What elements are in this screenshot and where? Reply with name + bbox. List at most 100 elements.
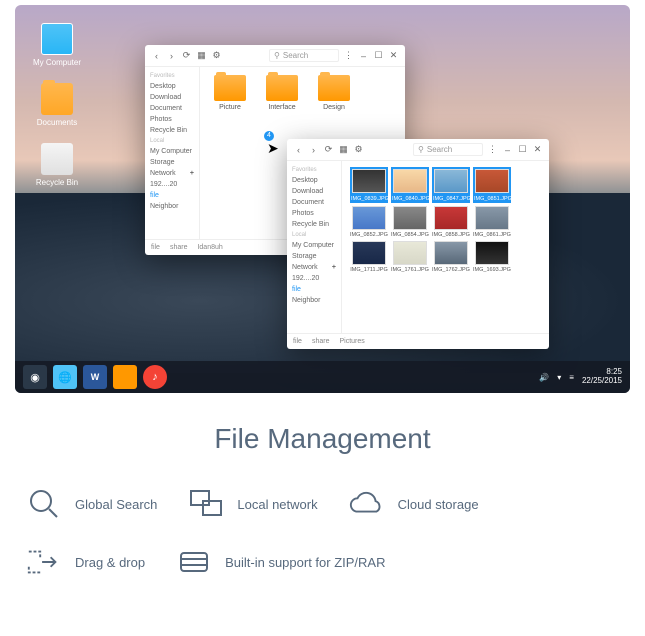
sidebar-item-file[interactable]: file [287, 284, 341, 295]
image-item[interactable]: IMG_0854.JPG [391, 206, 429, 238]
folder-item[interactable]: Interface [260, 75, 304, 111]
file-manager-window-2: ‹ › ⟳ ▦ ⚙ ⚲ Search ⋮ – ☐ ✕ Favorites Des… [287, 139, 549, 349]
sidebar-item-download[interactable]: Download [145, 92, 199, 103]
file-manager-icon[interactable] [113, 365, 137, 389]
desktop-icon-recycle[interactable]: Recycle Bin [33, 143, 81, 187]
sidebar-item-mycomputer[interactable]: My Computer [287, 240, 341, 251]
close-button[interactable]: ✕ [532, 144, 543, 155]
image-item[interactable]: IMG_0852.JPG [350, 206, 388, 238]
desktop-icon-computer[interactable]: My Computer [33, 23, 81, 67]
sidebar-item-file[interactable]: file [145, 190, 199, 201]
sidebar-item-document[interactable]: Document [145, 103, 199, 114]
feature-cloud: Cloud storage [348, 485, 479, 523]
search-icon: ⚲ [418, 145, 424, 154]
search-input[interactable]: ⚲ Search [413, 143, 483, 156]
sidebar-item-ip[interactable]: 192....20 [145, 179, 199, 190]
feature-dragdrop: Drag & drop [25, 543, 145, 581]
sidebar-item-recycle[interactable]: Recycle Bin [145, 125, 199, 136]
sidebar-item-download[interactable]: Download [287, 186, 341, 197]
folder-item[interactable]: Design [312, 75, 356, 111]
image-item[interactable]: IMG_0861.JPG [473, 206, 511, 238]
marketing-section: File Management Global Search Local netw… [0, 393, 645, 611]
image-item[interactable]: IMG_1711.JPG [350, 241, 388, 273]
clock[interactable]: 8:25 22/25/2015 [582, 368, 622, 386]
search-icon: ⚲ [274, 51, 280, 60]
refresh-button[interactable]: ⟳ [323, 144, 334, 155]
start-button[interactable]: ◉ [23, 365, 47, 389]
sidebar-group: Favorites [287, 165, 341, 175]
close-button[interactable]: ✕ [388, 50, 399, 61]
minimize-button[interactable]: – [358, 50, 369, 61]
sidebar-item-mycomputer[interactable]: My Computer [145, 146, 199, 157]
forward-button[interactable]: › [308, 144, 319, 155]
maximize-button[interactable]: ☐ [517, 144, 528, 155]
desktop-icon-label: Documents [33, 118, 81, 127]
search-input[interactable]: ⚲ Search [269, 49, 339, 62]
titlebar: ‹ › ⟳ ▦ ⚙ ⚲ Search ⋮ – ☐ ✕ [145, 45, 405, 67]
more-button[interactable]: ⋮ [487, 144, 498, 155]
back-button[interactable]: ‹ [151, 50, 162, 61]
sidebar-item-neighbor[interactable]: Neighbor [287, 295, 341, 306]
sidebar-item-ip[interactable]: 192....20 [287, 273, 341, 284]
network-icon [187, 485, 225, 523]
sidebar-item-recycle[interactable]: Recycle Bin [287, 219, 341, 230]
settings-button[interactable]: ⚙ [353, 144, 364, 155]
back-button[interactable]: ‹ [293, 144, 304, 155]
image-item[interactable]: IMG_1693.JPG [473, 241, 511, 273]
sidebar-item-document[interactable]: Document [287, 197, 341, 208]
sidebar-group: Network+ [145, 168, 199, 179]
archive-icon [175, 543, 213, 581]
feature-search: Global Search [25, 485, 157, 523]
more-button[interactable]: ⋮ [343, 50, 354, 61]
sidebar-item-desktop[interactable]: Desktop [145, 81, 199, 92]
maximize-button[interactable]: ☐ [373, 50, 384, 61]
sidebar-group: Local [145, 136, 199, 146]
desktop-icon-documents[interactable]: Documents [33, 83, 81, 127]
trash-icon [41, 143, 73, 175]
cloud-icon [348, 485, 386, 523]
taskbar: ◉ 🌐 W ♪ 🔊 ▾ ≡ 8:25 22/25/2015 [15, 361, 630, 393]
sidebar-group: Network+ [287, 262, 341, 273]
image-item[interactable]: IMG_0839.JPG [350, 169, 388, 203]
desktop-icon-label: Recycle Bin [33, 178, 81, 187]
image-item[interactable]: IMG_0851.JPG [473, 169, 511, 203]
volume-icon[interactable]: 🔊 [539, 373, 549, 382]
minimize-button[interactable]: – [502, 144, 513, 155]
wifi-icon[interactable]: ▾ [557, 373, 561, 382]
sidebar: Favorites Desktop Download Document Phot… [145, 67, 200, 239]
word-icon[interactable]: W [83, 365, 107, 389]
feature-zip: Built-in support for ZIP/RAR [175, 543, 385, 581]
refresh-button[interactable]: ⟳ [181, 50, 192, 61]
search-icon [25, 485, 63, 523]
folder-icon [41, 83, 73, 115]
sidebar-item-neighbor[interactable]: Neighbor [145, 201, 199, 212]
image-item[interactable]: IMG_0858.JPG [432, 206, 470, 238]
statusbar: file share Pictures [287, 333, 549, 349]
sidebar-item-storage[interactable]: Storage [287, 251, 341, 262]
grid-button[interactable]: ▦ [196, 50, 207, 61]
section-title: File Management [25, 423, 620, 455]
sidebar-item-desktop[interactable]: Desktop [287, 175, 341, 186]
folder-icon [214, 75, 246, 101]
sidebar: Favorites Desktop Download Document Phot… [287, 161, 342, 333]
sidebar-item-photos[interactable]: Photos [287, 208, 341, 219]
folder-item[interactable]: Picture [208, 75, 252, 111]
cursor-icon: ➤ [267, 140, 279, 157]
feature-network: Local network [187, 485, 317, 523]
image-item[interactable]: IMG_0847.JPG [432, 169, 470, 203]
sidebar-item-storage[interactable]: Storage [145, 157, 199, 168]
settings-button[interactable]: ⚙ [211, 50, 222, 61]
image-item[interactable]: IMG_0840.JPG [391, 169, 429, 203]
grid-button[interactable]: ▦ [338, 144, 349, 155]
image-item[interactable]: IMG_1762.JPG [432, 241, 470, 273]
forward-button[interactable]: › [166, 50, 177, 61]
image-item[interactable]: IMG_1761.JPG [391, 241, 429, 273]
browser-icon[interactable]: 🌐 [53, 365, 77, 389]
content-area: IMG_0839.JPG IMG_0840.JPG IMG_0847.JPG I… [342, 161, 549, 333]
music-icon[interactable]: ♪ [143, 365, 167, 389]
sidebar-item-photos[interactable]: Photos [145, 114, 199, 125]
tray-icon[interactable]: ≡ [569, 373, 574, 382]
folder-icon [266, 75, 298, 101]
drag-drop-icon [25, 543, 63, 581]
computer-icon [41, 23, 73, 55]
